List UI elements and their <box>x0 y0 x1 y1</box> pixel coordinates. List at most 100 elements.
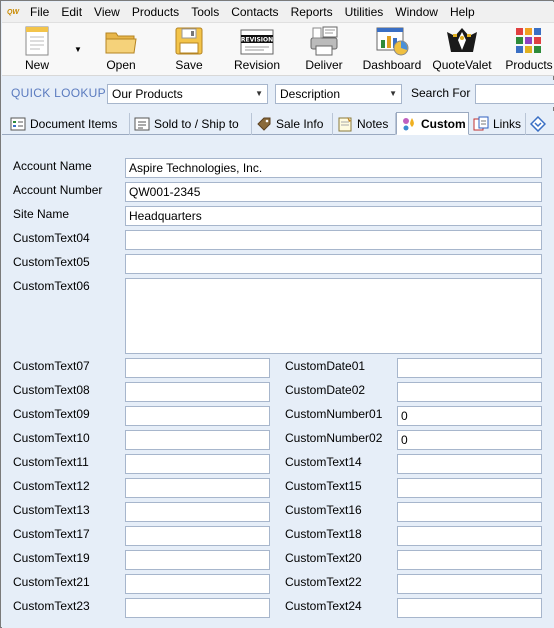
custom-tab-panel: Account Name Aspire Technologies, Inc. A… <box>2 135 554 628</box>
floppy-disk-icon <box>172 25 206 57</box>
customtext21-field[interactable] <box>125 574 270 594</box>
tab-label: Document Items <box>30 117 118 131</box>
customtext15-label: CustomText15 <box>285 479 362 493</box>
customtext13-field[interactable] <box>125 502 270 522</box>
lookup-field-value: Description <box>280 87 341 101</box>
price-tag-icon <box>256 116 272 132</box>
customdate02-field[interactable] <box>397 382 542 402</box>
new-label: New <box>24 58 49 72</box>
app-logo-icon[interactable]: QW <box>2 2 24 22</box>
customtext09-field[interactable] <box>125 406 270 426</box>
tab-label: Custom <box>421 116 466 131</box>
quotevalet-button[interactable]: QuoteValet <box>432 25 492 75</box>
customdate02-label: CustomDate02 <box>285 383 366 397</box>
deliver-button[interactable]: Deliver <box>302 25 346 75</box>
menu-view[interactable]: View <box>88 2 126 22</box>
menu-window[interactable]: Window <box>389 2 444 22</box>
menu-file[interactable]: File <box>24 2 55 22</box>
customnumber01-field[interactable]: 0 <box>397 406 542 426</box>
customtext16-label: CustomText16 <box>285 503 362 517</box>
tab-document-items[interactable]: Document Items <box>6 113 130 135</box>
customtext08-label: CustomText08 <box>13 383 90 397</box>
customtext06-textarea[interactable] <box>125 278 542 354</box>
customtext14-label: CustomText14 <box>285 455 362 469</box>
tab-label: Notes <box>357 117 389 131</box>
menu-products[interactable]: Products <box>126 2 185 22</box>
account-name-label: Account Name <box>13 159 92 173</box>
save-button[interactable]: Save <box>168 25 210 75</box>
customtext05-label: CustomText05 <box>13 255 90 269</box>
open-button[interactable]: Open <box>100 25 142 75</box>
customtext16-field[interactable] <box>397 502 542 522</box>
printer-icon <box>307 25 341 57</box>
customtext11-label: CustomText11 <box>13 455 89 469</box>
lookup-field-select[interactable]: Description ▼ <box>275 84 402 104</box>
chevron-down-icon: ▼ <box>389 89 397 98</box>
account-name-field[interactable]: Aspire Technologies, Inc. <box>125 158 542 178</box>
customdate01-field[interactable] <box>397 358 542 378</box>
products-button[interactable]: Products <box>504 25 554 75</box>
menu-tools[interactable]: Tools <box>185 2 225 22</box>
tab-notes[interactable]: Notes <box>333 113 396 135</box>
customtext17-field[interactable] <box>125 526 270 546</box>
dashboard-label: Dashboard <box>362 58 422 72</box>
customtext20-field[interactable] <box>397 550 542 570</box>
menu-bar: QW File Edit View Products Tools Contact… <box>2 2 554 22</box>
tab-sold-to-ship-to[interactable]: Sold to / Ship to <box>130 113 252 135</box>
customtext11-field[interactable] <box>125 454 270 474</box>
customtext04-label: CustomText04 <box>13 231 90 245</box>
customtext23-field[interactable] <box>125 598 270 618</box>
customtext13-label: CustomText13 <box>13 503 90 517</box>
customnumber02-field[interactable]: 0 <box>397 430 542 450</box>
links-icon <box>473 116 489 132</box>
new-dropdown-arrow-icon[interactable]: ▼ <box>74 45 82 54</box>
dashboard-button[interactable]: Dashboard <box>362 25 422 75</box>
new-document-icon <box>20 25 54 57</box>
menu-edit[interactable]: Edit <box>55 2 88 22</box>
account-number-field[interactable]: QW001-2345 <box>125 182 542 202</box>
customtext05-field[interactable] <box>125 254 542 274</box>
tab-label: Links <box>493 117 522 131</box>
notes-icon <box>337 116 353 132</box>
products-label: Products <box>505 58 553 72</box>
dashboard-icon <box>375 25 409 57</box>
customtext15-field[interactable] <box>397 478 542 498</box>
new-button[interactable]: New <box>16 25 58 75</box>
menu-utilities[interactable]: Utilities <box>339 2 390 22</box>
customtext08-field[interactable] <box>125 382 270 402</box>
customtext18-field[interactable] <box>397 526 542 546</box>
revision-icon: REVISION <box>240 25 274 57</box>
lookup-source-value: Our Products <box>112 87 183 101</box>
customtext04-field[interactable] <box>125 230 542 250</box>
revision-icon-text: REVISION <box>241 37 273 44</box>
menu-reports[interactable]: Reports <box>285 2 339 22</box>
menu-contacts[interactable]: Contacts <box>225 2 284 22</box>
customnumber01-label: CustomNumber01 <box>285 407 383 421</box>
tab-sale-info[interactable]: Sale Info <box>252 113 333 135</box>
customtext14-field[interactable] <box>397 454 542 474</box>
tab-links[interactable]: Links <box>469 113 526 135</box>
revision-button[interactable]: REVISION Revision <box>234 25 280 75</box>
account-number-label: Account Number <box>13 183 103 197</box>
customtext10-field[interactable] <box>125 430 270 450</box>
products-grid-icon <box>512 25 546 57</box>
customtext17-label: CustomText17 <box>13 527 90 541</box>
customdate01-label: CustomDate01 <box>285 359 366 373</box>
deliver-label: Deliver <box>305 58 343 72</box>
tab-custom[interactable]: Custom <box>396 112 469 135</box>
chevron-down-icon: ▼ <box>255 89 263 98</box>
site-name-field[interactable]: Headquarters <box>125 206 542 226</box>
open-label: Open <box>106 58 136 72</box>
customtext22-field[interactable] <box>397 574 542 594</box>
customtext24-field[interactable] <box>397 598 542 618</box>
customtext19-field[interactable] <box>125 550 270 570</box>
app-window: QW File Edit View Products Tools Contact… <box>0 0 554 628</box>
customtext09-label: CustomText09 <box>13 407 90 421</box>
customtext07-label: CustomText07 <box>13 359 90 373</box>
lookup-source-select[interactable]: Our Products ▼ <box>107 84 268 104</box>
menu-help[interactable]: Help <box>444 2 481 22</box>
search-input[interactable] <box>475 84 554 104</box>
customtext07-field[interactable] <box>125 358 270 378</box>
customtext12-field[interactable] <box>125 478 270 498</box>
tab-more[interactable] <box>526 113 554 135</box>
